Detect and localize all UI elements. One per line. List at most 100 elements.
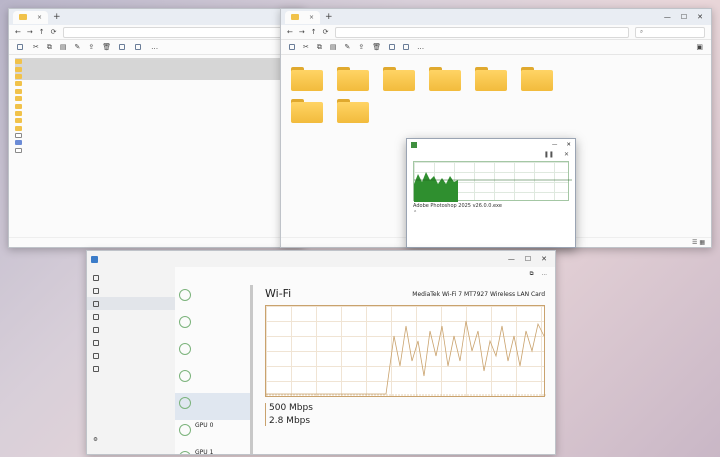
folder-icon (15, 66, 22, 72)
minimize-icon[interactable]: — (664, 13, 671, 21)
search-input[interactable]: ⌕ (635, 26, 705, 38)
share-icon[interactable]: ⇪ (358, 43, 364, 51)
details-view-icon[interactable]: ☰ ▦ (692, 239, 705, 246)
receive-value: 2.8 Mbps (269, 416, 311, 426)
cut-icon[interactable]: ✂ (33, 43, 39, 51)
minimize-icon[interactable]: — (508, 255, 515, 263)
file-row[interactable] (15, 58, 297, 66)
back-icon[interactable]: ← (15, 28, 21, 36)
nav-item[interactable] (87, 362, 175, 375)
folder-item[interactable] (519, 67, 555, 93)
nav-item[interactable] (87, 336, 175, 349)
copy-icon[interactable]: ⧉ (317, 43, 322, 52)
left-explorer-window[interactable]: × + ← → ↑ ⟳ ✂ ⧉ ▤ ✎ ⇪ 🗑 … ☰ ▦ (8, 8, 304, 248)
folder-item[interactable] (335, 67, 371, 93)
file-row[interactable] (15, 132, 297, 139)
view-button[interactable] (135, 44, 143, 50)
delete-icon[interactable]: 🗑 (102, 43, 111, 51)
file-row[interactable] (15, 88, 297, 95)
file-row[interactable] (15, 80, 297, 87)
forward-icon[interactable]: → (299, 28, 305, 36)
close-tab-icon[interactable]: × (37, 14, 42, 21)
folder-icon (15, 125, 22, 131)
file-row[interactable] (15, 102, 297, 109)
send-stat: 500 Mbps 2.8 Mbps (265, 403, 313, 426)
details-pane-icon[interactable]: ▣ (696, 43, 703, 51)
rename-icon[interactable]: ✎ (75, 43, 81, 51)
task-manager-window[interactable]: — ☐ ✕ ⚙ ⧉ … GPU 0 GPU 1 Wi-Fi MediaTek Wi… (86, 250, 556, 455)
maximize-icon[interactable]: ☐ (525, 255, 531, 263)
nav-item[interactable] (87, 310, 175, 323)
folder-item[interactable] (289, 67, 325, 93)
file-row[interactable] (15, 72, 297, 81)
close-icon[interactable]: ✕ (697, 13, 703, 21)
new-button[interactable] (17, 44, 25, 50)
folder-item[interactable] (381, 67, 417, 93)
file-row[interactable] (15, 65, 297, 73)
close-icon[interactable]: ✕ (566, 142, 571, 148)
nav-item[interactable] (87, 349, 175, 362)
more-icon[interactable]: … (417, 43, 424, 51)
users-icon (93, 339, 99, 346)
new-tab-icon[interactable]: + (53, 12, 61, 22)
cut-icon[interactable]: ✂ (303, 43, 309, 51)
file-row[interactable] (15, 147, 297, 154)
file-row[interactable] (15, 95, 297, 102)
folder-item[interactable] (427, 67, 463, 93)
sort-button[interactable] (119, 44, 127, 50)
back-icon[interactable]: ← (287, 28, 293, 36)
maximize-icon[interactable]: ☐ (681, 13, 687, 21)
file-row[interactable] (15, 117, 297, 124)
refresh-icon[interactable]: ⟳ (51, 28, 57, 36)
nav-item[interactable] (87, 284, 175, 297)
copy-progress-dialog[interactable]: — ✕ ❚❚ ✕ Adobe Photoshop 2025 v26.0.0.ex… (406, 138, 576, 248)
breadcrumb[interactable] (62, 26, 297, 38)
minimize-icon[interactable]: — (552, 142, 558, 148)
nav-item[interactable] (87, 323, 175, 336)
breadcrumb[interactable] (334, 26, 629, 38)
startup-icon (93, 326, 99, 333)
device-scrollbar[interactable] (250, 285, 253, 454)
folder-item[interactable] (473, 67, 509, 93)
close-icon[interactable]: ✕ (541, 255, 547, 263)
rename-icon[interactable]: ✎ (345, 43, 351, 51)
device-item[interactable] (175, 312, 253, 339)
nav-item[interactable] (87, 297, 175, 310)
view-button[interactable] (403, 44, 410, 50)
paste-icon[interactable]: ▤ (60, 43, 67, 51)
close-tab-icon[interactable]: × (309, 14, 314, 21)
pause-icon[interactable]: ❚❚ (544, 151, 554, 158)
folder-item[interactable] (335, 99, 371, 125)
cancel-icon[interactable]: ✕ (564, 151, 569, 158)
file-row[interactable] (15, 125, 297, 132)
paste-icon[interactable]: ▤ (330, 43, 337, 51)
folder-icon (15, 103, 22, 109)
file-row[interactable] (15, 139, 297, 146)
file-row[interactable] (15, 110, 297, 117)
up-icon[interactable]: ↑ (311, 28, 317, 36)
new-tab-icon[interactable]: + (325, 12, 333, 22)
device-item[interactable] (175, 339, 253, 366)
right-tab[interactable]: × (285, 10, 321, 24)
device-item[interactable] (175, 366, 253, 393)
more-icon[interactable]: … (542, 271, 548, 278)
share-icon[interactable]: ⇪ (88, 43, 94, 51)
device-item[interactable]: GPU 1 (175, 447, 253, 454)
folder-item[interactable] (289, 99, 325, 125)
run-task-button[interactable]: ⧉ (530, 271, 534, 278)
less-details-button[interactable]: ⌃ (407, 209, 575, 217)
new-button[interactable] (289, 44, 295, 50)
device-item[interactable] (175, 393, 253, 420)
refresh-icon[interactable]: ⟳ (323, 28, 329, 36)
more-icon[interactable]: … (151, 43, 158, 51)
left-tab[interactable]: × (13, 10, 49, 24)
sort-button[interactable] (389, 44, 396, 50)
settings-button[interactable]: ⚙ (87, 433, 175, 446)
up-icon[interactable]: ↑ (39, 28, 45, 36)
device-item[interactable]: GPU 0 (175, 420, 253, 447)
device-item[interactable] (175, 285, 253, 312)
delete-icon[interactable]: 🗑 (372, 43, 381, 51)
forward-icon[interactable]: → (27, 28, 33, 36)
copy-icon[interactable]: ⧉ (47, 43, 52, 52)
nav-item[interactable] (87, 271, 175, 284)
